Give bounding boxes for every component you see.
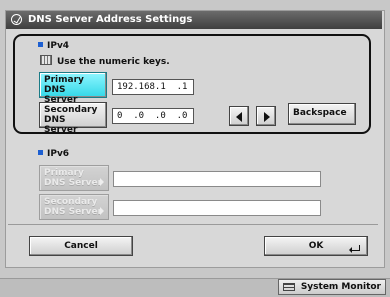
expand-triangle-icon [100, 207, 104, 215]
ipv6-primary-dns-field[interactable] [113, 171, 321, 187]
system-monitor-label: System Monitor [300, 282, 381, 292]
ipv6-secondary-dns-button[interactable]: Secondary DNS Server [39, 194, 109, 220]
secondary-label-line2: DNS Server [44, 115, 78, 135]
backspace-button[interactable]: Backspace [288, 103, 356, 125]
ipv6-section-header: IPv6 [38, 148, 69, 160]
hint-text: Use the numeric keys. [57, 57, 170, 67]
title-bar: DNS Server Address Settings [6, 11, 382, 29]
settings-dial-icon [11, 14, 22, 25]
cursor-right-button[interactable] [256, 106, 276, 126]
ipv6-secondary-label-line2: DNS Server [44, 207, 103, 217]
ipv6-primary-label-line2: DNS Server [44, 178, 103, 188]
secondary-label-line1: Secondary [44, 105, 98, 115]
ok-label: OK [308, 241, 324, 251]
bullet-icon [38, 150, 43, 155]
ipv6-label: IPv6 [47, 149, 70, 159]
arrow-left-icon [236, 112, 242, 122]
ok-button[interactable]: OK [264, 236, 368, 256]
cursor-left-button[interactable] [229, 106, 249, 126]
ipv4-section-header: IPv4 [38, 40, 69, 52]
window-title: DNS Server Address Settings [28, 14, 193, 25]
ipv6-primary-label-line1: Primary [44, 168, 84, 178]
cancel-button[interactable]: Cancel [29, 236, 133, 256]
enter-icon [349, 245, 360, 253]
screen-frame: DNS Server Address Settings IPv4 Use the… [0, 0, 390, 297]
numeric-keypad-icon [40, 55, 52, 65]
arrow-right-icon [264, 112, 270, 122]
ipv6-secondary-label-line1: Secondary [44, 197, 98, 207]
ipv4-primary-dns-button[interactable]: Primary DNS Server [39, 72, 107, 105]
ipv6-secondary-dns-field[interactable] [113, 200, 321, 216]
ipv4-secondary-dns-field[interactable]: 0 .0 .0 .0 [112, 108, 194, 124]
ipv4-secondary-dns-button[interactable]: Secondary DNS Server [39, 102, 107, 135]
expand-triangle-icon [100, 178, 104, 186]
ipv4-primary-dns-field[interactable]: 192.168.1 .1 [112, 79, 194, 95]
ipv4-label: IPv4 [47, 41, 70, 51]
ipv6-primary-dns-button[interactable]: Primary DNS Server [39, 165, 109, 191]
numeric-keys-hint: Use the numeric keys. [40, 55, 170, 68]
footer-divider [8, 224, 378, 225]
primary-label-line1: Primary [44, 75, 84, 85]
system-monitor-icon [282, 283, 295, 291]
bullet-icon [38, 42, 43, 47]
system-monitor-button[interactable]: System Monitor [277, 279, 386, 295]
